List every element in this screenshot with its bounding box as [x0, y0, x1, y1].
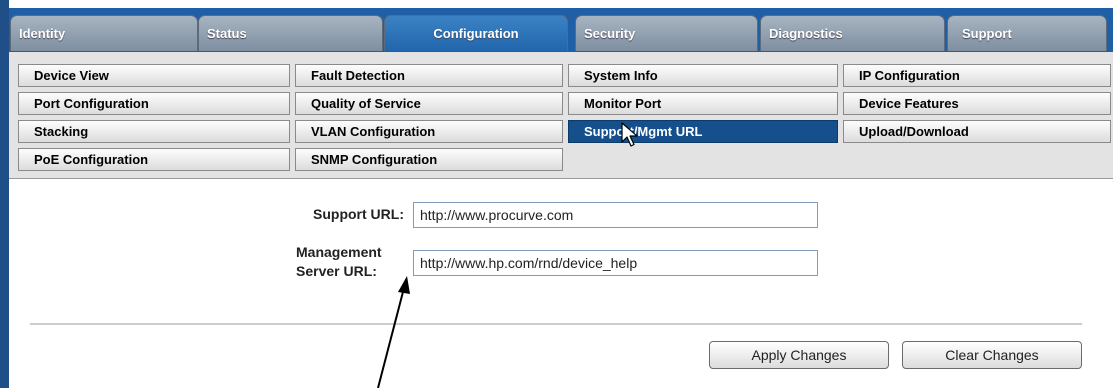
switch-web-ui: Identity Status Configuration Security D… [0, 0, 1113, 388]
callout-arrow [377, 276, 410, 388]
